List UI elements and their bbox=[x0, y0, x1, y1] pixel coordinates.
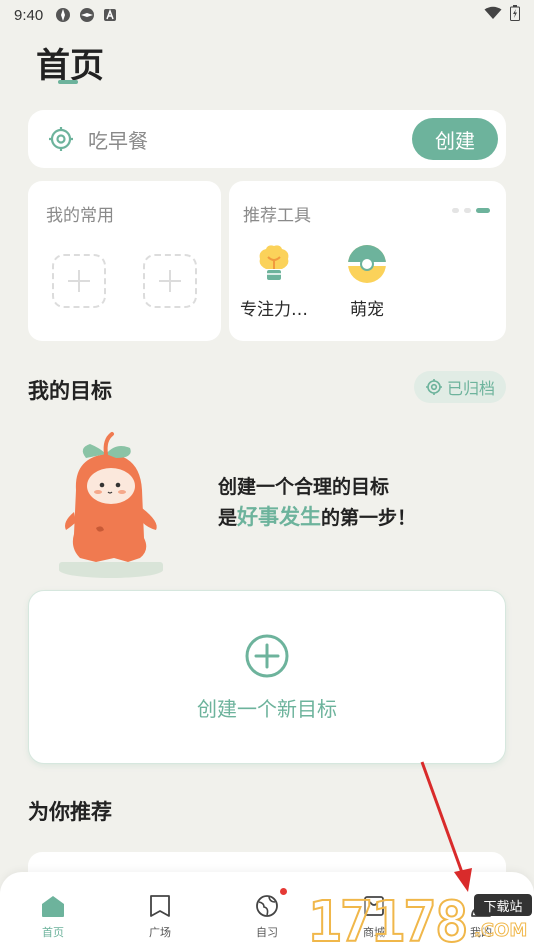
add-favorite-button[interactable] bbox=[143, 254, 197, 308]
goal-input[interactable]: 吃早餐 bbox=[88, 125, 412, 154]
create-new-goal-button[interactable]: 创建一个新目标 bbox=[28, 590, 506, 764]
recommend-section-title: 为你推荐 bbox=[28, 800, 112, 824]
shop-icon bbox=[364, 896, 384, 916]
notification-badge bbox=[280, 888, 287, 895]
create-new-goal-label: 创建一个新目标 bbox=[197, 696, 337, 721]
archived-label: 已归档 bbox=[446, 379, 495, 398]
tab-label: 商城 bbox=[363, 926, 385, 939]
annotation-arrow bbox=[420, 761, 472, 892]
app-notification-icon bbox=[79, 7, 95, 23]
create-button[interactable]: 创建 bbox=[412, 118, 498, 160]
title-underline bbox=[58, 80, 78, 84]
add-favorite-button[interactable] bbox=[52, 254, 106, 308]
wifi-icon bbox=[484, 6, 502, 24]
tools-pager bbox=[452, 208, 490, 213]
archived-button[interactable]: 已归档 bbox=[414, 371, 506, 403]
font-notification-icon bbox=[103, 8, 117, 22]
tab-study[interactable]: 自习 bbox=[237, 888, 297, 940]
plus-icon bbox=[68, 270, 90, 292]
goal-motto: 创建一个合理的目标 是好事发生的第一步！ bbox=[218, 472, 416, 533]
tools-label: 推荐工具 bbox=[243, 206, 311, 226]
goals-section-title: 我的目标 bbox=[28, 379, 112, 403]
tab-label: 自习 bbox=[256, 926, 278, 939]
tab-shop[interactable]: 商城 bbox=[344, 894, 404, 940]
battery-icon bbox=[510, 5, 520, 25]
book-icon bbox=[150, 895, 170, 917]
tools-card: 推荐工具 专注力… 萌宠 bbox=[229, 181, 506, 341]
mascot-illustration bbox=[59, 432, 163, 578]
pet-ball-icon bbox=[348, 245, 386, 283]
tab-home[interactable]: 首页 bbox=[23, 894, 83, 940]
favorites-label: 我的常用 bbox=[46, 206, 114, 226]
target-icon bbox=[49, 127, 73, 151]
plus-circle-icon bbox=[245, 634, 289, 677]
quick-create-bar: 吃早餐 创建 bbox=[28, 110, 506, 168]
tool-focus[interactable]: 专注力… bbox=[232, 243, 316, 320]
plus-icon bbox=[159, 270, 181, 292]
tab-label: 广场 bbox=[149, 926, 171, 939]
app-notification-icon bbox=[55, 7, 71, 23]
motto-line2: 是好事发生的第一步！ bbox=[218, 505, 417, 529]
target-icon bbox=[425, 379, 442, 395]
motto-line1: 创建一个合理的目标 bbox=[218, 476, 390, 498]
status-bar: 9:40 bbox=[0, 0, 534, 30]
tab-label: 我的 bbox=[470, 926, 492, 939]
tab-label: 首页 bbox=[42, 926, 64, 939]
tool-label: 专注力… bbox=[240, 300, 308, 320]
tab-square[interactable]: 广场 bbox=[130, 894, 190, 940]
favorites-card: 我的常用 bbox=[28, 181, 221, 341]
tab-profile[interactable]: 我的 bbox=[451, 894, 511, 940]
globe-icon bbox=[256, 895, 278, 917]
status-time: 9:40 bbox=[14, 6, 44, 24]
home-icon bbox=[42, 896, 64, 917]
lightbulb-icon bbox=[259, 245, 289, 280]
tool-pet[interactable]: 萌宠 bbox=[325, 243, 409, 320]
motto-highlight: 好事发生 bbox=[237, 505, 322, 529]
tool-label: 萌宠 bbox=[350, 300, 384, 320]
